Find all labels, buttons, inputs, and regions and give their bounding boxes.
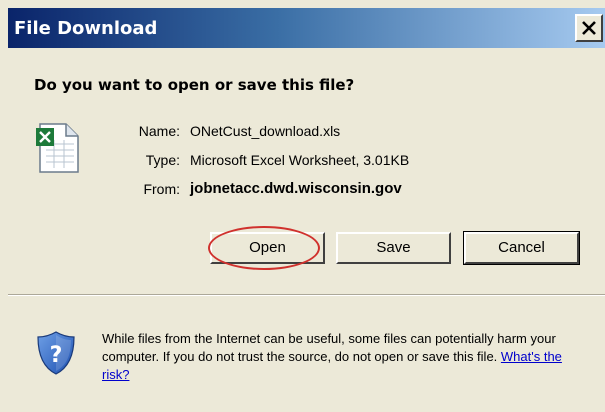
dialog-title: File Download <box>14 18 158 39</box>
file-name: ONetCust_download.xls <box>190 123 341 139</box>
type-label: Type: <box>145 152 180 168</box>
divider-highlight <box>8 295 605 296</box>
file-source: jobnetacc.dwd.wisconsin.gov <box>190 180 402 197</box>
close-button[interactable] <box>575 14 603 42</box>
dialog-question: Do you want to open or save this file? <box>34 76 355 94</box>
warning-text: While files from the Internet can be use… <box>102 331 556 364</box>
from-label: From: <box>143 181 180 197</box>
svg-text:?: ? <box>50 343 63 368</box>
name-label: Name: <box>138 123 180 139</box>
close-icon <box>582 21 596 35</box>
save-button[interactable]: Save <box>336 232 451 264</box>
cancel-button[interactable]: Cancel <box>463 231 580 265</box>
file-type: Microsoft Excel Worksheet, 3.01KB <box>190 152 410 168</box>
file-download-dialog: File Download Do you want to open or sav… <box>0 0 605 412</box>
shield-question-icon: ? <box>36 330 76 381</box>
title-bar[interactable]: File Download <box>8 8 605 48</box>
open-button[interactable]: Open <box>210 232 325 264</box>
security-warning: While files from the Internet can be use… <box>102 330 592 384</box>
